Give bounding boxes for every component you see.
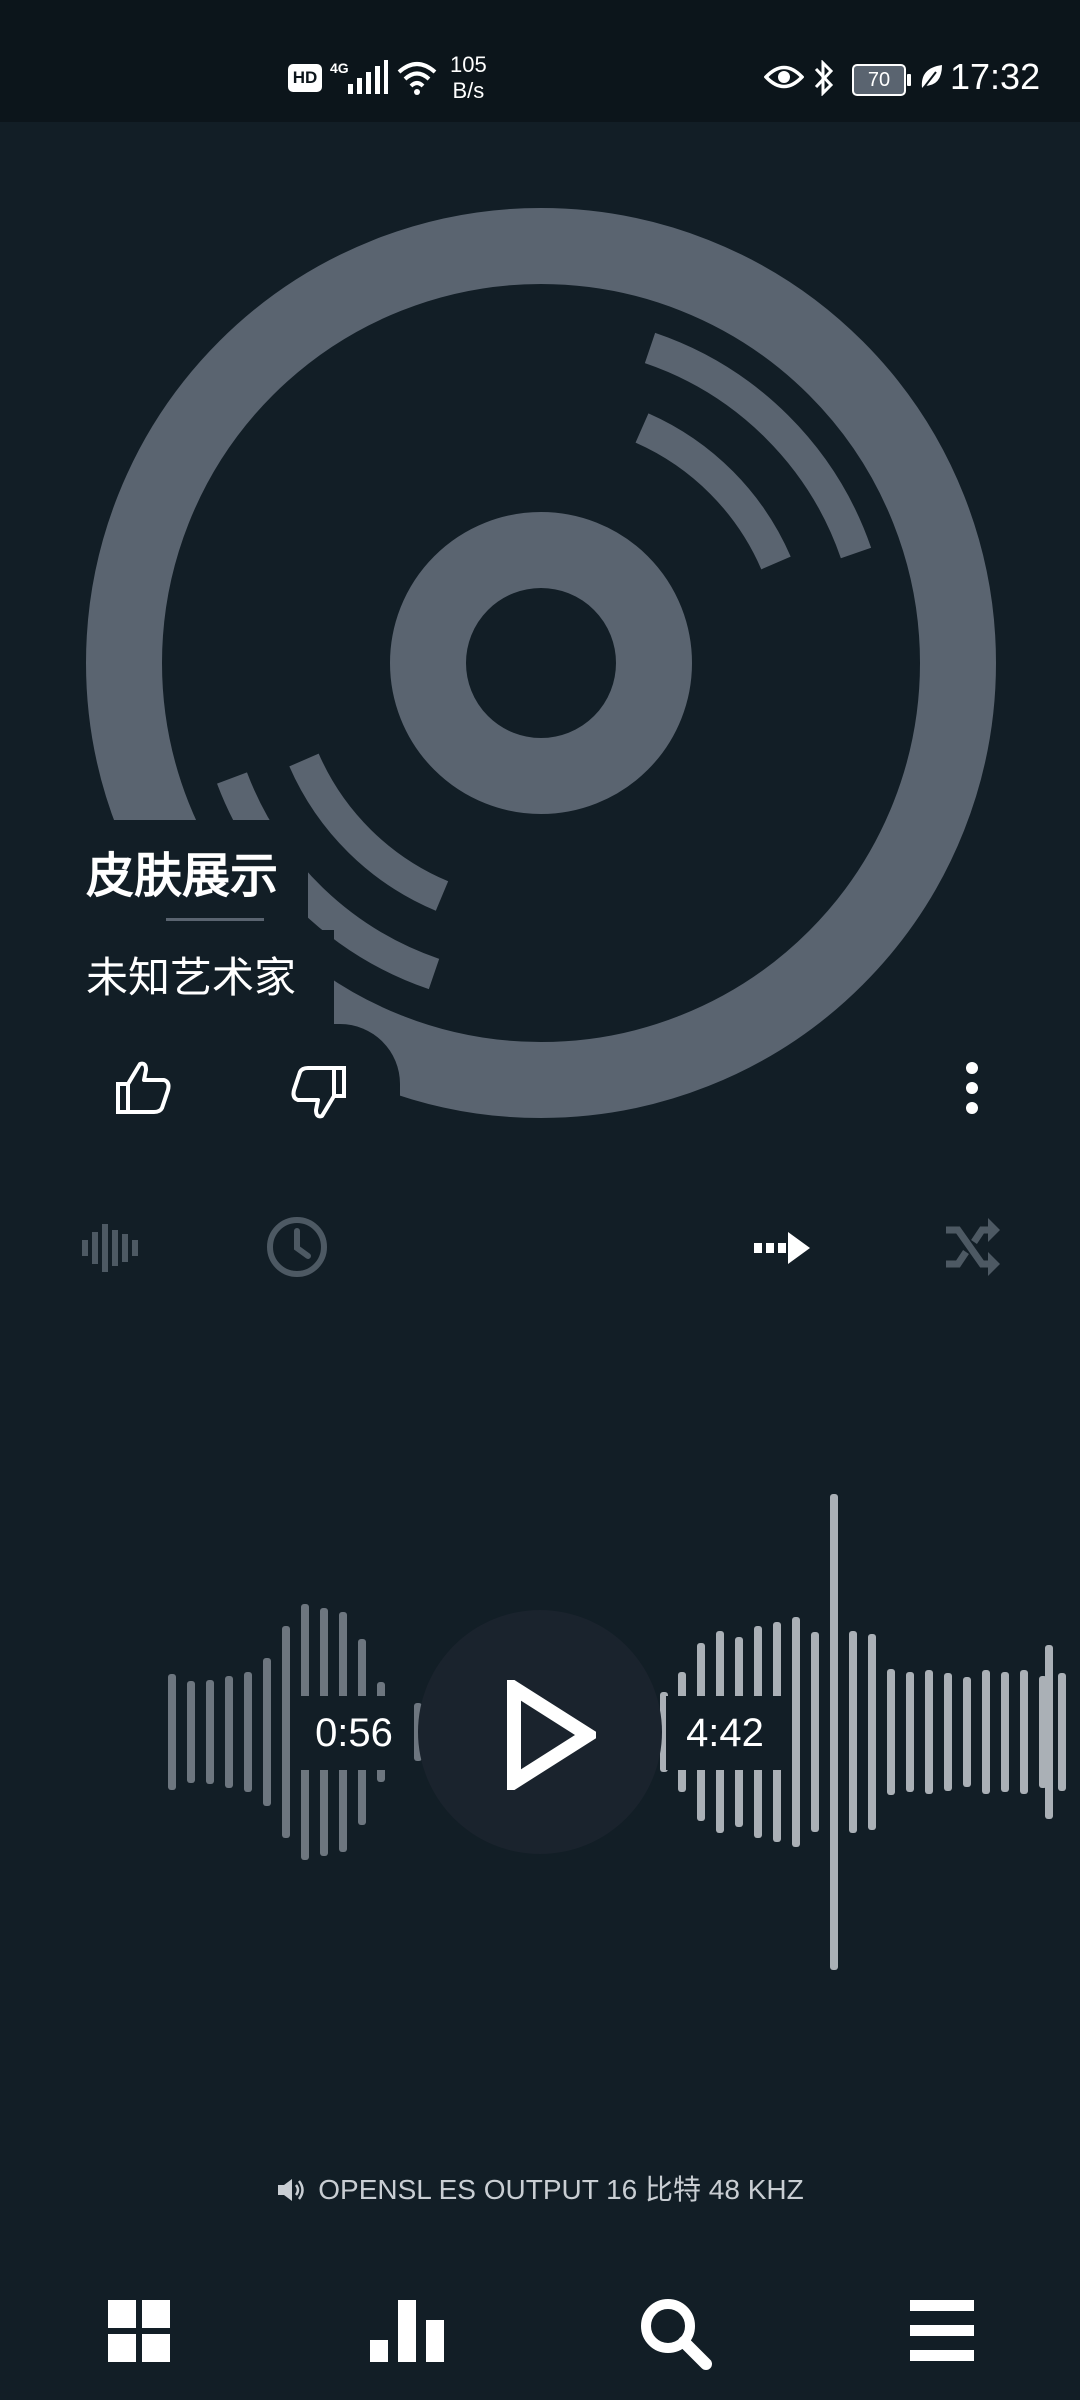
waveform-bar [206, 1680, 214, 1784]
thumb-down-icon[interactable] [290, 1064, 348, 1120]
waveform-bar [868, 1634, 876, 1830]
waveform-bar [925, 1670, 933, 1794]
audio-output-info: OPENSL ES OUTPUT 16 比特 48 KHZ [0, 2168, 1080, 2208]
battery-indicator: 70 [852, 64, 911, 96]
song-title[interactable]: 皮肤展示 [86, 836, 278, 906]
net-speed-value: 105 [450, 52, 487, 77]
artist-name[interactable]: 未知艺术家 [86, 944, 296, 1005]
menu-icon[interactable] [908, 2298, 974, 2364]
shuffle-icon[interactable] [942, 1216, 1002, 1278]
net-speed-unit: B/s [452, 78, 485, 103]
signal-icon [348, 60, 388, 94]
play-icon [507, 1680, 596, 1790]
waveform-bar [187, 1681, 195, 1783]
waveform-bar [849, 1631, 857, 1833]
waveform-icon[interactable] [80, 1218, 144, 1278]
waveform-bar [244, 1672, 252, 1792]
search-icon[interactable] [638, 2296, 712, 2370]
waveform-bar [225, 1676, 233, 1788]
net-speed: 105 B/s [450, 52, 487, 104]
waveform-bar [1001, 1672, 1009, 1792]
waveform-bar [811, 1632, 819, 1832]
status-bar: HD 4G 105 B/s 70 17:32 [0, 0, 1080, 122]
clock-icon[interactable] [264, 1214, 330, 1280]
bottom-nav [0, 2280, 1080, 2400]
bluetooth-icon [814, 60, 834, 96]
hd-badge: HD [288, 64, 322, 92]
audio-output-label: OPENSL ES OUTPUT 16 比特 48 KHZ [318, 2174, 804, 2205]
waveform-bar [1045, 1645, 1053, 1819]
waveform-bar [982, 1670, 990, 1794]
waveform-bar [263, 1658, 271, 1806]
wifi-icon [397, 62, 437, 95]
waveform-bar [168, 1674, 176, 1790]
waveform-bar [963, 1677, 971, 1787]
waveform-bar [1058, 1673, 1066, 1791]
waveform-bar [792, 1617, 800, 1847]
waveform-bar [1020, 1670, 1028, 1794]
eye-icon [764, 65, 804, 89]
arrow-right-dots-icon[interactable] [752, 1228, 814, 1268]
waveform-bar [944, 1673, 952, 1791]
total-time: 4:42 [666, 1696, 784, 1770]
waveform-bar [906, 1672, 914, 1792]
waveform-bar [282, 1626, 290, 1838]
waveform-bar [830, 1494, 838, 1970]
play-button[interactable] [418, 1610, 662, 1854]
title-divider [166, 918, 264, 921]
bar-chart-icon[interactable] [368, 2298, 446, 2364]
thumb-up-icon[interactable] [114, 1060, 172, 1116]
waveform-bar [887, 1669, 895, 1795]
leaf-icon [921, 65, 942, 91]
elapsed-time: 0:56 [298, 1696, 410, 1770]
clock-time: 17:32 [950, 56, 1041, 97]
speaker-icon [278, 2179, 304, 2201]
grid-icon[interactable] [106, 2298, 172, 2364]
player-screen: HD 4G 105 B/s 70 17:32 皮肤展示 未知艺术家 0:56 4… [0, 0, 1080, 2400]
more-vert-icon[interactable] [958, 1060, 986, 1116]
